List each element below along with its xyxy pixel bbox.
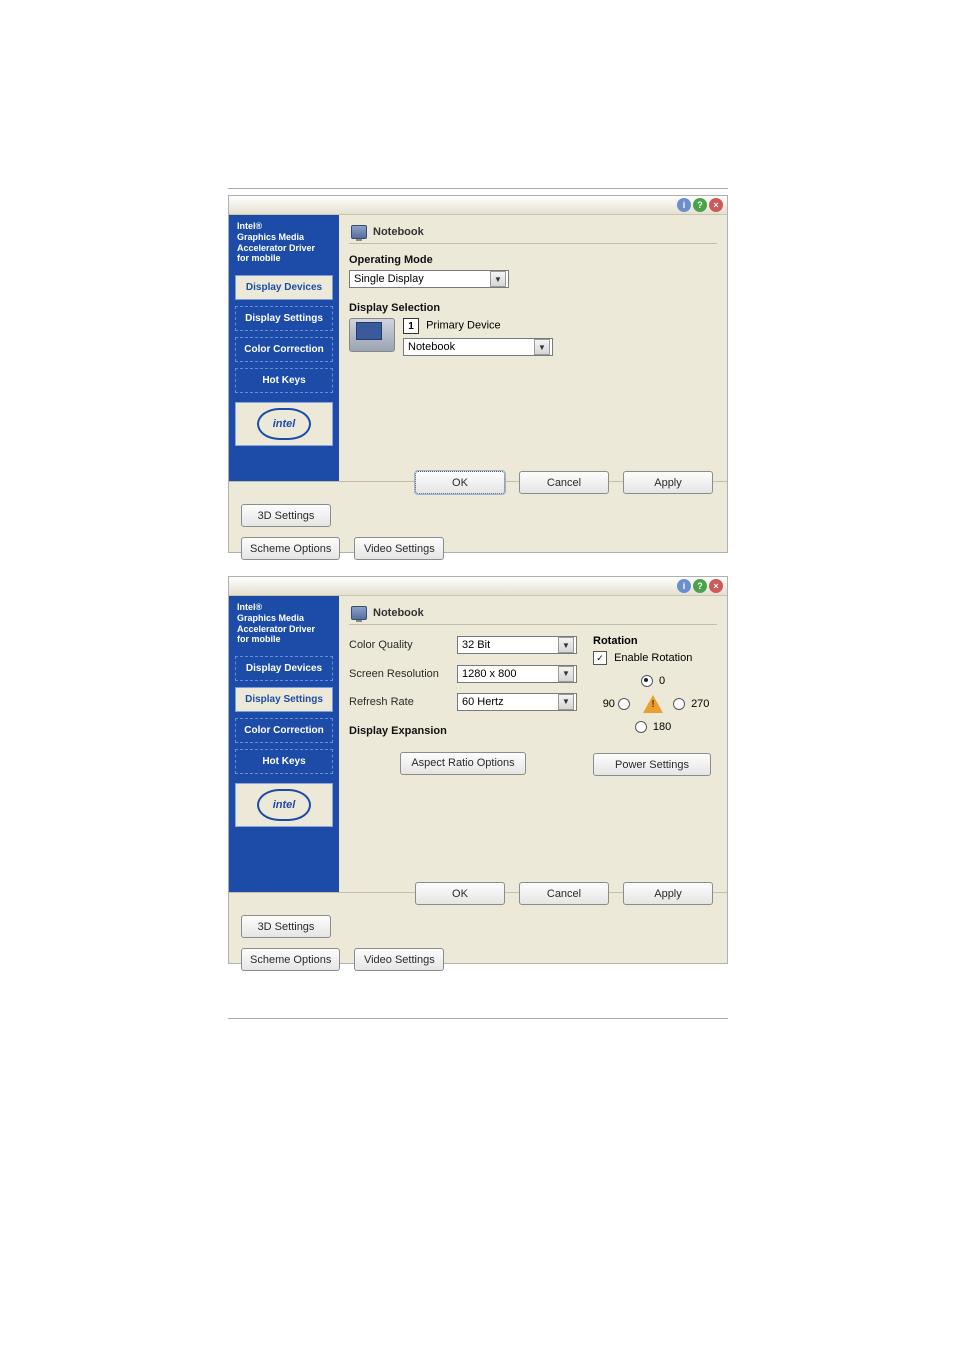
rotation-heading: Rotation	[593, 635, 717, 647]
cancel-button[interactable]: Cancel	[519, 471, 609, 494]
brand-text: Intel® Graphics Media Accelerator Driver…	[229, 215, 339, 272]
help-icon[interactable]: ?	[693, 198, 707, 212]
divider-bottom	[228, 1018, 728, 1019]
monitor-icon	[351, 606, 367, 620]
info-icon[interactable]: i	[677, 579, 691, 593]
brand-line: Intel®	[237, 602, 262, 612]
ok-button[interactable]: OK	[415, 471, 505, 494]
divider-top	[228, 188, 728, 189]
apply-button[interactable]: Apply	[623, 882, 713, 905]
cancel-button[interactable]: Cancel	[519, 882, 609, 905]
nav-color-correction[interactable]: Color Correction	[235, 337, 333, 362]
chevron-down-icon: ▼	[558, 694, 574, 710]
tab-title: Notebook	[373, 607, 424, 619]
close-icon[interactable]: ×	[709, 198, 723, 212]
screen-resolution-label: Screen Resolution	[349, 668, 449, 680]
sidebar-nav: Intel® Graphics Media Accelerator Driver…	[229, 215, 339, 481]
3d-settings-button[interactable]: 3D Settings	[241, 915, 331, 938]
nav-display-settings[interactable]: Display Settings	[235, 687, 333, 712]
intel-logo-box: intel	[235, 402, 333, 446]
panel-footer: OK Cancel Apply 3D Settings Scheme Optio…	[229, 481, 727, 551]
chevron-down-icon: ▼	[558, 666, 574, 682]
brand-line: Accelerator Driver	[237, 243, 315, 253]
enable-rotation-label: Enable Rotation	[614, 652, 692, 664]
ok-button[interactable]: OK	[415, 882, 505, 905]
refresh-rate-select[interactable]: 60 Hertz ▼	[457, 693, 577, 711]
intel-logo-box: intel	[235, 783, 333, 827]
laptop-thumbnail-icon	[349, 318, 395, 352]
power-settings-button[interactable]: Power Settings	[593, 753, 711, 776]
chevron-down-icon: ▼	[490, 271, 506, 287]
content-area: Notebook Color Quality 32 Bit ▼ Rotation…	[339, 596, 727, 892]
brand-text: Intel® Graphics Media Accelerator Driver…	[229, 596, 339, 653]
enable-rotation-checkbox[interactable]: ✓ Enable Rotation	[593, 651, 717, 665]
primary-device-select[interactable]: Notebook ▼	[403, 338, 553, 356]
radio-icon	[641, 675, 653, 687]
tab-header: Notebook	[349, 221, 717, 244]
brand-line: for mobile	[237, 634, 281, 644]
panel-footer: OK Cancel Apply 3D Settings Scheme Optio…	[229, 892, 727, 962]
titlebar: i ? ×	[229, 196, 727, 215]
brand-line: for mobile	[237, 253, 281, 263]
nav-hot-keys[interactable]: Hot Keys	[235, 368, 333, 393]
intel-logo-icon: intel	[257, 789, 311, 821]
brand-line: Graphics Media	[237, 613, 304, 623]
operating-mode-heading: Operating Mode	[349, 254, 717, 266]
info-icon[interactable]: i	[677, 198, 691, 212]
video-settings-button[interactable]: Video Settings	[354, 537, 444, 560]
apply-button[interactable]: Apply	[623, 471, 713, 494]
close-icon[interactable]: ×	[709, 579, 723, 593]
display-expansion-heading: Display Expansion	[349, 725, 577, 737]
sidebar-nav: Intel® Graphics Media Accelerator Driver…	[229, 596, 339, 892]
brand-line: Graphics Media	[237, 232, 304, 242]
rotation-90[interactable]: 90	[603, 698, 633, 710]
nav-display-devices[interactable]: Display Devices	[235, 275, 333, 300]
tab-title: Notebook	[373, 226, 424, 238]
color-quality-value: 32 Bit	[462, 639, 490, 651]
checkbox-icon: ✓	[593, 651, 607, 665]
color-quality-select[interactable]: 32 Bit ▼	[457, 636, 577, 654]
chevron-down-icon: ▼	[558, 637, 574, 653]
intel-graphics-panel-display-devices: i ? × Intel® Graphics Media Accelerator …	[228, 195, 728, 553]
titlebar: i ? ×	[229, 577, 727, 596]
scheme-options-button[interactable]: Scheme Options	[241, 537, 340, 560]
aspect-ratio-options-button[interactable]: Aspect Ratio Options	[400, 752, 525, 775]
refresh-rate-label: Refresh Rate	[349, 696, 449, 708]
screen-resolution-select[interactable]: 1280 x 800 ▼	[457, 665, 577, 683]
nav-display-settings[interactable]: Display Settings	[235, 306, 333, 331]
help-icon[interactable]: ?	[693, 579, 707, 593]
color-quality-label: Color Quality	[349, 639, 449, 651]
nav-color-correction[interactable]: Color Correction	[235, 718, 333, 743]
3d-settings-button[interactable]: 3D Settings	[241, 504, 331, 527]
rotation-270[interactable]: 270	[673, 698, 709, 710]
brand-line: Accelerator Driver	[237, 624, 315, 634]
radio-icon	[635, 721, 647, 733]
nav-display-devices[interactable]: Display Devices	[235, 656, 333, 681]
rotation-0[interactable]: 0	[641, 675, 665, 687]
intel-graphics-panel-display-settings: i ? × Intel® Graphics Media Accelerator …	[228, 576, 728, 964]
device-number-badge: 1	[403, 318, 419, 334]
intel-logo-icon: intel	[257, 408, 311, 440]
rotation-180[interactable]: 180	[635, 721, 671, 733]
display-selection-heading: Display Selection	[349, 302, 717, 314]
primary-device-label: Primary Device	[426, 320, 501, 332]
radio-icon	[618, 698, 630, 710]
rotation-group: Rotation ✓ Enable Rotation 0 90	[585, 635, 717, 776]
refresh-rate-value: 60 Hertz	[462, 696, 504, 708]
warning-icon	[643, 695, 663, 713]
video-settings-button[interactable]: Video Settings	[354, 948, 444, 971]
chevron-down-icon: ▼	[534, 339, 550, 355]
radio-icon	[673, 698, 685, 710]
primary-device-value: Notebook	[408, 341, 455, 353]
operating-mode-value: Single Display	[354, 273, 424, 285]
content-area: Notebook Operating Mode Single Display ▼…	[339, 215, 727, 481]
screen-resolution-value: 1280 x 800	[462, 668, 516, 680]
tab-header: Notebook	[349, 602, 717, 625]
monitor-icon	[351, 225, 367, 239]
scheme-options-button[interactable]: Scheme Options	[241, 948, 340, 971]
nav-hot-keys[interactable]: Hot Keys	[235, 749, 333, 774]
operating-mode-select[interactable]: Single Display ▼	[349, 270, 509, 288]
brand-line: Intel®	[237, 221, 262, 231]
